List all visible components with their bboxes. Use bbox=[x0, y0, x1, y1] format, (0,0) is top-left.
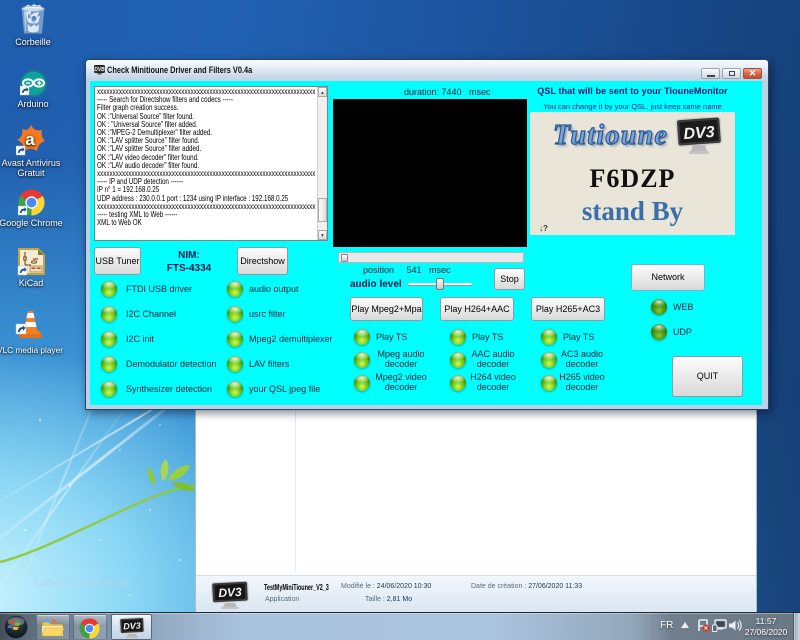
svg-text:a: a bbox=[25, 130, 35, 149]
svg-text:DV3: DV3 bbox=[218, 585, 242, 600]
svg-text:DVB: DVB bbox=[94, 67, 105, 73]
svg-text:DV3: DV3 bbox=[123, 621, 141, 632]
svg-text:DV3: DV3 bbox=[683, 124, 715, 143]
